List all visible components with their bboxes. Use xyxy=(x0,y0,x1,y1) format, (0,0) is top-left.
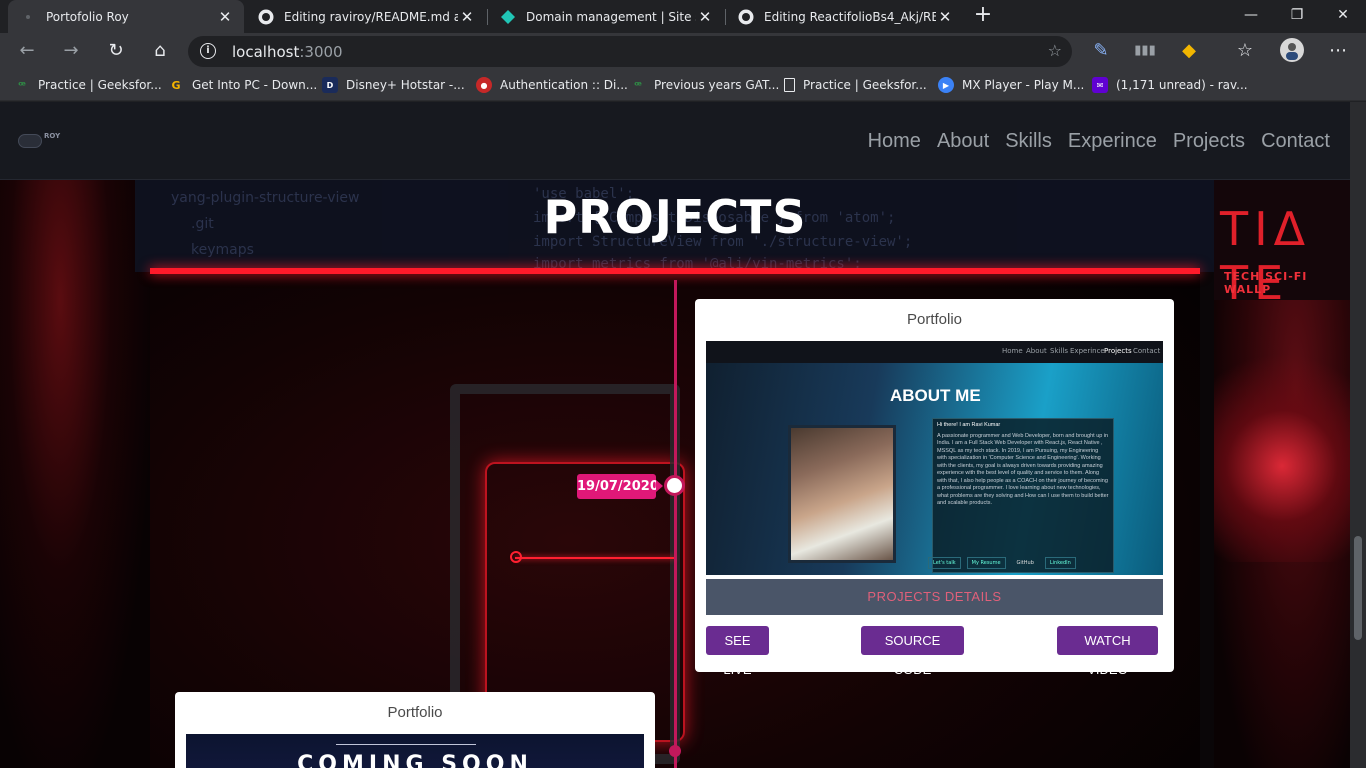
gfg-icon: ꟹ xyxy=(634,78,642,92)
page-icon xyxy=(784,78,795,92)
project-card: Portfolio COMING SOON xyxy=(175,692,655,768)
section-title: PROJECTS xyxy=(543,190,807,244)
bookmarks-bar: ꟹ Practice | Geeksfor... G Get Into PC - D… xyxy=(0,69,1366,101)
preview-buttons: Let's talk My Resume GitHub LinkedIn xyxy=(928,557,1076,569)
url-text[interactable]: localhost:3000 xyxy=(232,43,343,61)
tab-github-readme[interactable]: Editing raviroy/README.md at m ✕ xyxy=(246,0,486,33)
timeline-line xyxy=(674,280,677,768)
project-preview-image: Home About Skills Experince Projects Con… xyxy=(706,341,1163,575)
auth-icon: ● xyxy=(476,77,492,93)
timeline-dot xyxy=(669,745,681,757)
background-glow-line xyxy=(150,268,1200,274)
coming-soon-text: COMING SOON xyxy=(297,752,533,768)
background-tech-tags: TECH SCI-FI WALLP xyxy=(1224,270,1308,296)
nav-experience[interactable]: Experince xyxy=(1068,130,1157,153)
bookmark-item[interactable]: ▶ MX Player - Play M... xyxy=(938,76,1084,94)
restore-icon[interactable]: ❐ xyxy=(1274,0,1320,33)
preview-photo xyxy=(788,425,896,563)
site-logo[interactable]: ROY xyxy=(18,130,66,152)
hotstar-icon: D xyxy=(322,77,338,93)
background-art-left xyxy=(0,180,150,768)
background-glow-wire xyxy=(515,557,675,559)
new-tab-button[interactable]: + xyxy=(971,3,995,29)
tab-title: Domain management | Site setti xyxy=(526,9,696,24)
project-card: Portfolio Home About Skills Experince Pr… xyxy=(695,299,1174,677)
mxplayer-icon: ▶ xyxy=(938,77,954,93)
site-nav-links: Home About Skills Experince Projects Con… xyxy=(868,130,1330,153)
site-info-icon[interactable]: i xyxy=(200,43,216,59)
bookmark-item[interactable]: G Get Into PC - Down... xyxy=(168,76,317,94)
bookmark-item[interactable]: ꟹ Previous years GAT... xyxy=(630,76,779,94)
more-menu-icon[interactable]: ⋯ xyxy=(1325,38,1351,64)
profile-avatar[interactable] xyxy=(1279,38,1305,64)
github-icon xyxy=(738,9,754,25)
project-title: Portfolio xyxy=(906,311,963,328)
bookmark-item[interactable]: ✉ (1,171 unread) - rav... xyxy=(1092,76,1248,94)
browser-toolbar: ← → ↻ ⌂ i localhost:3000 ☆ ✎ ▮▮▮ ◆ ☆ ⋯ xyxy=(0,33,1366,69)
bookmark-item[interactable]: ꟹ Practice | Geeksfor... xyxy=(14,76,162,94)
extension-pen-icon[interactable]: ✎ xyxy=(1088,38,1114,64)
nav-home[interactable]: Home xyxy=(868,130,921,153)
nav-contact[interactable]: Contact xyxy=(1261,130,1330,153)
forward-icon[interactable]: → xyxy=(58,38,84,64)
close-tab-icon[interactable]: ✕ xyxy=(458,8,476,26)
github-icon xyxy=(258,9,274,25)
home-icon[interactable]: ⌂ xyxy=(147,38,173,64)
close-tab-icon[interactable]: ✕ xyxy=(216,8,234,26)
address-bar[interactable]: i localhost:3000 ☆ xyxy=(188,36,1072,67)
tab-title: Editing ReactifolioBs4_Akj/READI xyxy=(764,9,936,24)
project-preview-image: COMING SOON xyxy=(186,734,644,768)
bookmark-star-icon[interactable]: ☆ xyxy=(1048,41,1062,60)
see-live-button[interactable]: SEE LIVE xyxy=(706,626,769,677)
yahoo-mail-icon: ✉ xyxy=(1092,77,1108,93)
extension-bars-icon[interactable]: ▮▮▮ xyxy=(1132,38,1158,64)
project-title: Portfolio xyxy=(387,704,443,721)
nav-projects[interactable]: Projects xyxy=(1173,130,1245,153)
watch-video-button[interactable]: WATCH VIDEO xyxy=(1057,626,1158,677)
site-navbar: ROY Home About Skills Experince Projects… xyxy=(0,102,1350,180)
tab-strip: Portofolio Roy ✕ Editing raviroy/README.… xyxy=(0,0,1366,33)
back-icon[interactable]: ← xyxy=(14,38,40,64)
page-scrollbar[interactable] xyxy=(1350,102,1366,768)
gamepad-icon xyxy=(18,134,42,148)
preview-heading: ABOUT ME xyxy=(890,386,981,405)
projects-details-button[interactable]: PROJECTS DETAILS xyxy=(706,579,1163,615)
bookmark-item[interactable]: ● Authentication :: Di... xyxy=(476,76,628,94)
close-window-icon[interactable]: ✕ xyxy=(1320,0,1366,33)
preview-textbox: Hi there! I am Ravi Kumar A passionate p… xyxy=(932,418,1114,573)
source-code-button[interactable]: SOURCE CODE xyxy=(861,626,964,677)
tab-domain-management[interactable]: Domain management | Site setti ✕ xyxy=(488,0,724,33)
extension-colorful-icon[interactable]: ◆ xyxy=(1176,38,1202,64)
tab-github-reactifolio[interactable]: Editing ReactifolioBs4_Akj/READI ✕ xyxy=(726,0,964,33)
page-viewport: TIΔ TE TECH SCI-FI WALLP yang-plugin-str… xyxy=(0,102,1350,768)
tab-title: Editing raviroy/README.md at m xyxy=(284,9,458,24)
preview-navbar: Home About Skills Experince Projects Con… xyxy=(706,341,1163,363)
page-icon xyxy=(20,9,36,25)
reload-icon[interactable]: ↻ xyxy=(103,38,129,64)
favorites-icon[interactable]: ☆ xyxy=(1232,38,1258,64)
preview-divider xyxy=(336,744,476,745)
nav-skills[interactable]: Skills xyxy=(1005,130,1052,153)
close-tab-icon[interactable]: ✕ xyxy=(696,8,714,26)
scrollbar-thumb[interactable] xyxy=(1354,536,1362,640)
bookmark-item[interactable]: D Disney+ Hotstar -... xyxy=(322,76,465,94)
minimize-icon[interactable]: — xyxy=(1228,0,1274,33)
background-glow-orb xyxy=(1214,322,1350,562)
netlify-icon xyxy=(500,9,516,25)
timeline-dot xyxy=(664,475,685,496)
nav-about[interactable]: About xyxy=(937,130,989,153)
tab-title: Portofolio Roy xyxy=(46,9,129,24)
background-glow-node xyxy=(510,551,522,563)
tab-portfolio-roy[interactable]: Portofolio Roy ✕ xyxy=(8,0,244,33)
gfg-icon: ꟹ xyxy=(18,78,26,92)
getintopc-icon: G xyxy=(171,78,181,92)
project-date-badge: 19/07/2020 xyxy=(577,474,663,499)
close-tab-icon[interactable]: ✕ xyxy=(936,8,954,26)
bookmark-item[interactable]: Practice | Geeksfor... xyxy=(784,76,927,94)
